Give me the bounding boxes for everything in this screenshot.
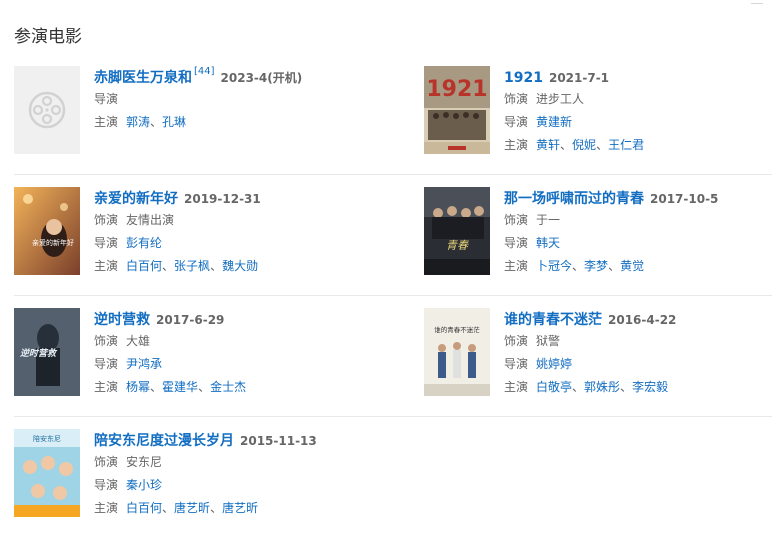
- film-reel-icon: [28, 91, 66, 129]
- role-label: 饰演: [94, 455, 119, 469]
- poster-image[interactable]: 陪安东尼: [14, 429, 80, 517]
- film-title[interactable]: 逆时营救: [94, 312, 150, 328]
- cast-link[interactable]: 黄轩: [536, 138, 560, 152]
- cast-link[interactable]: 白百何: [126, 259, 162, 273]
- director-label: 导演: [504, 115, 529, 129]
- section-title: 参演电影: [14, 27, 82, 47]
- citation-link[interactable]: [44]: [194, 66, 215, 77]
- film-date: 2021-7-1: [548, 71, 610, 85]
- cast-link[interactable]: 杨幂: [126, 380, 150, 394]
- director-link[interactable]: 秦小珍: [126, 478, 162, 492]
- director-label: 导演: [94, 478, 119, 492]
- film-date: 2023-4(开机): [220, 71, 303, 85]
- director-link[interactable]: 韩天: [536, 236, 560, 250]
- poster-confused-youth-image: 谁的青春不迷茫: [424, 308, 490, 396]
- poster-anthony-image: 陪安东尼: [14, 429, 80, 517]
- film-item: 陪安东尼 陪安东尼度过漫长岁月 2015-11-13 饰演 安东尼 导演 秦小珍 主演…: [14, 429, 384, 539]
- cast-link[interactable]: 黄觉: [620, 259, 644, 273]
- film-date: 2016-4-22: [608, 313, 677, 327]
- film-title[interactable]: 谁的青春不迷茫: [504, 312, 602, 328]
- corner-mark: [751, 0, 763, 4]
- film-item: 1921 1921 2021-7-1 饰演 进步工人 导演 黄建新 主演 黄轩、倪妮、王…: [424, 66, 773, 176]
- poster-text: 青春: [446, 239, 469, 252]
- film-date: 2015-11-13: [240, 434, 317, 448]
- poster-image[interactable]: 谁的青春不迷茫: [424, 308, 490, 396]
- director-link[interactable]: 尹鸿承: [126, 357, 162, 371]
- cast-link[interactable]: 金士杰: [210, 380, 246, 394]
- cast-link[interactable]: 霍建华: [162, 380, 198, 394]
- cast-link[interactable]: 张子枫: [174, 259, 210, 273]
- film-item: 亲爱的新年好 亲爱的新年好 2019-12-31 饰演 友情出演 导演 彭有纶 主演白…: [14, 187, 384, 297]
- director-label: 导演: [94, 236, 119, 250]
- film-date: 2017-10-5: [650, 192, 719, 206]
- row-divider: [14, 174, 772, 175]
- poster-new-year-image: 亲爱的新年好: [14, 187, 80, 275]
- role-label: 饰演: [504, 213, 529, 227]
- cast-label: 主演: [504, 380, 529, 394]
- role-name: 于一: [536, 213, 561, 227]
- film-item: 赤脚医生万泉和 [44] 2023-4(开机) 导演 主演 郭涛、孔琳: [14, 66, 384, 176]
- cast-link[interactable]: 郭涛: [126, 115, 150, 129]
- role-label: 饰演: [94, 213, 119, 227]
- cast-link[interactable]: 卜冠今: [536, 259, 572, 273]
- film-title[interactable]: 赤脚医生万泉和: [94, 70, 192, 86]
- film-title[interactable]: 亲爱的新年好: [94, 191, 178, 207]
- cast-label: 主演: [94, 380, 119, 394]
- role-name: 大雄: [126, 334, 151, 348]
- cast-link[interactable]: 郭姝彤: [584, 380, 620, 394]
- poster-text: 谁的青春不迷茫: [434, 325, 480, 334]
- cast-link[interactable]: 白百何: [126, 501, 162, 515]
- role-label: 饰演: [94, 334, 119, 348]
- director-link[interactable]: 姚婷婷: [536, 357, 572, 371]
- director-label: 导演: [94, 357, 119, 371]
- poster-text: 1921: [426, 77, 487, 102]
- cast-label: 主演: [94, 115, 119, 129]
- role-label: 饰演: [504, 334, 529, 348]
- role-name: 友情出演: [126, 213, 175, 227]
- film-title[interactable]: 那一场呼啸而过的青春: [504, 191, 644, 207]
- film-item: 逆时营救 逆时营救 2017-6-29 饰演 大雄 导演 尹鸿承 主演 杨幂、霍建华、金…: [14, 308, 384, 418]
- cast-link[interactable]: 孔琳: [162, 115, 186, 129]
- cast-label: 主演: [94, 259, 119, 273]
- cast-link[interactable]: 唐艺昕: [174, 501, 210, 515]
- role-name: 狱警: [536, 334, 561, 348]
- director-link[interactable]: 彭有纶: [126, 236, 162, 250]
- director-label: 导演: [504, 236, 529, 250]
- cast-link[interactable]: 白敬亭: [536, 380, 572, 394]
- row-divider: [14, 295, 772, 296]
- director-label: 导演: [94, 92, 119, 106]
- cast-label: 主演: [504, 138, 529, 152]
- cast-link[interactable]: 魏大勋: [222, 259, 258, 273]
- film-title[interactable]: 1921: [504, 70, 543, 86]
- director-label: 导演: [504, 357, 529, 371]
- cast-link[interactable]: 唐艺昕: [222, 501, 258, 515]
- poster-placeholder[interactable]: [14, 66, 80, 154]
- film-item: 谁的青春不迷茫 谁的青春不迷茫 2016-4-22 饰演 狱警 导演 姚婷婷 主演 白敬…: [424, 308, 773, 418]
- poster-image[interactable]: 亲爱的新年好: [14, 187, 80, 275]
- film-item: 青春 那一场呼啸而过的青春 2017-10-5 饰演 于一 导演 韩天 主演 卜冠今、李…: [424, 187, 773, 297]
- poster-image[interactable]: 逆时营救: [14, 308, 80, 396]
- poster-text: 陪安东尼: [33, 434, 61, 443]
- poster-text: 亲爱的新年好: [32, 238, 74, 247]
- poster-youth-image: 青春: [424, 187, 490, 275]
- role-name: 进步工人: [536, 92, 585, 106]
- cast-label: 主演: [94, 501, 119, 515]
- poster-image[interactable]: 青春: [424, 187, 490, 275]
- film-date: 2019-12-31: [184, 192, 261, 206]
- film-title[interactable]: 陪安东尼度过漫长岁月: [94, 433, 234, 449]
- cast-link[interactable]: 李宏毅: [632, 380, 668, 394]
- cast-link[interactable]: 王仁君: [608, 138, 644, 152]
- poster-text: 逆时营救: [20, 348, 58, 359]
- poster-1921-image: 1921: [424, 66, 490, 154]
- film-date: 2017-6-29: [156, 313, 225, 327]
- cast-link[interactable]: 倪妮: [572, 138, 596, 152]
- role-label: 饰演: [504, 92, 529, 106]
- director-link[interactable]: 黄建新: [536, 115, 572, 129]
- row-divider: [14, 416, 772, 417]
- cast-label: 主演: [504, 259, 529, 273]
- role-name: 安东尼: [126, 455, 163, 469]
- poster-image[interactable]: 1921: [424, 66, 490, 154]
- cast-link[interactable]: 李梦: [584, 259, 608, 273]
- poster-rescue-image: 逆时营救: [14, 308, 80, 396]
